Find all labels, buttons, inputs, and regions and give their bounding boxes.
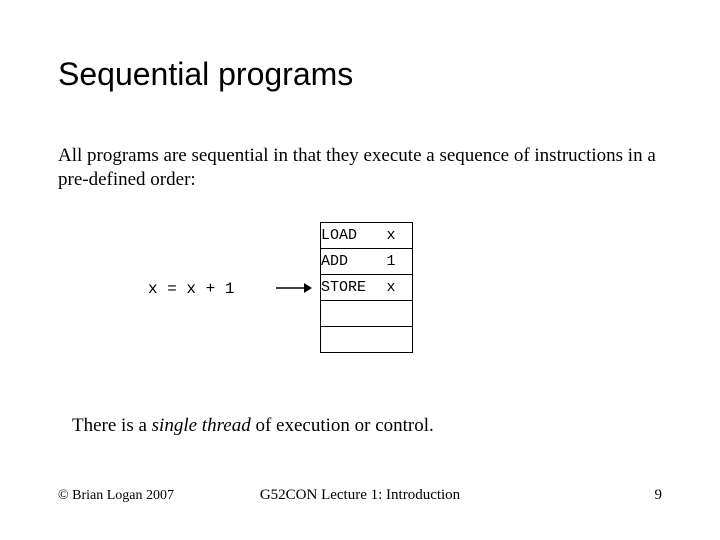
instr-op: LOAD [321, 223, 387, 249]
closing-post: of execution or control. [251, 415, 434, 436]
instr-op [321, 301, 387, 327]
closing-emph: single thread [152, 415, 251, 436]
table-row: LOAD x [321, 223, 413, 249]
closing-sentence: There is a single thread of execution or… [72, 415, 434, 437]
instr-op: STORE [321, 275, 387, 301]
intro-paragraph: All programs are sequential in that they… [58, 144, 670, 192]
footer-page-number: 9 [655, 487, 663, 504]
footer-lecture-title: G52CON Lecture 1: Introduction [0, 487, 720, 504]
instr-arg [387, 327, 413, 353]
table-row [321, 327, 413, 353]
table-row [321, 301, 413, 327]
instr-arg: x [387, 275, 413, 301]
code-expression: x = x + 1 [148, 280, 234, 298]
instr-arg: 1 [387, 249, 413, 275]
closing-pre: There is a [72, 415, 152, 436]
instr-arg [387, 301, 413, 327]
instr-op: ADD [321, 249, 387, 275]
slide: Sequential programs All programs are seq… [0, 0, 720, 540]
instruction-table: LOAD x ADD 1 STORE x [320, 222, 413, 353]
table-row: ADD 1 [321, 249, 413, 275]
page-title: Sequential programs [58, 56, 353, 93]
arrow-right-icon [276, 280, 312, 296]
instr-arg: x [387, 223, 413, 249]
table-row: STORE x [321, 275, 413, 301]
instr-op [321, 327, 387, 353]
